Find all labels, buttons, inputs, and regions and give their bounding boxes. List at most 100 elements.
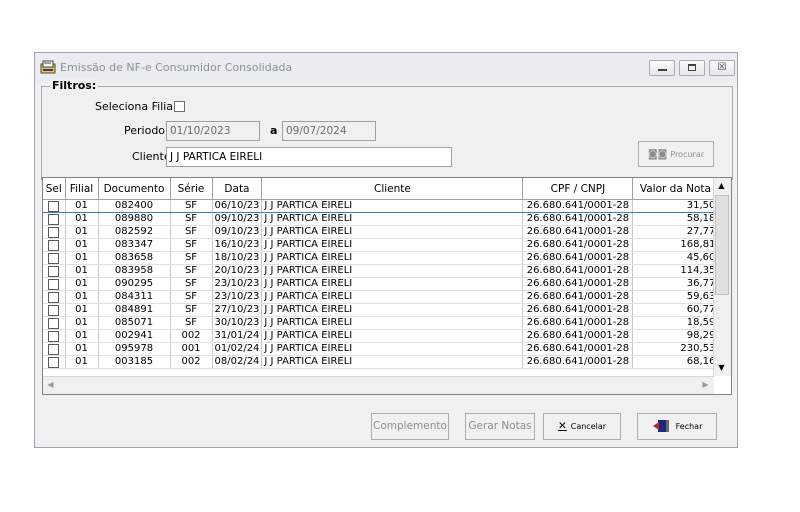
table-cell: 59,63 <box>632 290 719 304</box>
row-checkbox[interactable] <box>48 330 60 342</box>
row-checkbox[interactable] <box>48 356 60 368</box>
table-cell: J J PARTICA EIRELI <box>261 199 524 213</box>
vertical-scroll-thumb[interactable] <box>715 195 729 295</box>
table-cell: SF <box>170 277 213 291</box>
table-cell: 001 <box>170 342 213 356</box>
row-checkbox[interactable] <box>48 226 60 238</box>
table-cell: 26.680.641/0001-28 <box>522 355 634 369</box>
table-cell: 002941 <box>98 329 171 343</box>
notes-table: Sel Filial Documento Série Data Cliente CPF / … <box>43 178 719 369</box>
window-title: Emissão de NF-e Consumidor Consolidada <box>60 61 293 74</box>
row-checkbox[interactable] <box>48 304 60 316</box>
table-row[interactable]: 01 090295 SF 23/10/23 J J PARTICA EIRELI 26.6… <box>43 277 719 291</box>
table-row[interactable]: 01 095978 001 01/02/24 J J PARTICA EIRELI 26.… <box>43 342 719 356</box>
row-checkbox[interactable] <box>48 239 60 251</box>
table-row[interactable]: 01 084891 SF 27/10/23 J J PARTICA EIRELI 26.6… <box>43 303 719 317</box>
table-cell: J J PARTICA EIRELI <box>261 316 524 330</box>
column-header[interactable]: Série <box>170 178 213 200</box>
column-header[interactable]: Sel <box>43 178 66 200</box>
filters-group: Filtros: Seleciona Filial: Periodo: 01/1… <box>41 79 733 180</box>
column-header[interactable]: Documento <box>98 178 171 200</box>
cancelar-label: Cancelar <box>570 422 607 431</box>
table-cell: 090295 <box>98 277 171 291</box>
table-cell: 084311 <box>98 290 171 304</box>
gerar-notas-button[interactable]: Gerar Notas <box>465 413 535 440</box>
table-cell: 23/10/23 <box>212 290 263 304</box>
vertical-scrollbar[interactable]: ▲ ▼ <box>713 178 731 376</box>
table-cell: J J PARTICA EIRELI <box>261 264 524 278</box>
table-cell: 01 <box>65 212 99 226</box>
table-cell: 01 <box>65 199 99 213</box>
column-header[interactable]: Valor da Nota <box>632 178 719 200</box>
table-cell: 26.680.641/0001-28 <box>522 225 634 239</box>
table-row[interactable]: 01 083658 SF 18/10/23 J J PARTICA EIRELI 26.6… <box>43 251 719 265</box>
row-checkbox[interactable] <box>48 265 60 277</box>
table-row[interactable]: 01 089880 SF 09/10/23 J J PARTICA EIRELI 26.6… <box>43 212 719 226</box>
minimize-icon <box>658 69 667 71</box>
table-cell: 16/10/23 <box>212 238 263 252</box>
table-row[interactable]: 01 082400 SF 06/10/23 J J PARTICA EIRELI 26.6… <box>43 199 719 213</box>
table-row[interactable]: 01 082592 SF 09/10/23 J J PARTICA EIRELI 26.6… <box>43 225 719 239</box>
scroll-right-icon[interactable]: ▶ <box>698 377 713 392</box>
maximize-button[interactable] <box>679 60 705 76</box>
table-cell: 083658 <box>98 251 171 265</box>
horizontal-scrollbar[interactable]: ◀ ▶ <box>43 376 714 394</box>
table-cell: 114,35 <box>632 264 719 278</box>
scroll-left-icon[interactable]: ◀ <box>43 377 58 392</box>
procurar-button[interactable]: ◙◙ Procurar <box>638 141 714 167</box>
fechar-button[interactable]: Fechar <box>637 413 717 440</box>
row-checkbox[interactable] <box>48 278 60 290</box>
column-header[interactable]: Data <box>212 178 263 200</box>
row-checkbox[interactable] <box>48 291 60 303</box>
table-cell: 18,59 <box>632 316 719 330</box>
row-checkbox[interactable] <box>48 200 60 212</box>
main-window: Emissão de NF-e Consumidor Consolidada ☒… <box>34 52 738 448</box>
table-row[interactable]: 01 084311 SF 23/10/23 J J PARTICA EIRELI 26.6… <box>43 290 719 304</box>
table-cell: SF <box>170 238 213 252</box>
table-row[interactable]: 01 083347 SF 16/10/23 J J PARTICA EIRELI 26.6… <box>43 238 719 252</box>
row-checkbox[interactable] <box>48 252 60 264</box>
table-cell: 26.680.641/0001-28 <box>522 264 634 278</box>
notes-grid[interactable]: Sel Filial Documento Série Data Cliente CPF / … <box>42 177 732 395</box>
table-row[interactable]: 01 002941 002 31/01/24 J J PARTICA EIRELI 26.… <box>43 329 719 343</box>
table-cell: 002 <box>170 355 213 369</box>
table-cell: 26.680.641/0001-28 <box>522 238 634 252</box>
table-cell: SF <box>170 303 213 317</box>
row-checkbox[interactable] <box>48 343 60 355</box>
table-cell: 003185 <box>98 355 171 369</box>
table-cell: 01 <box>65 238 99 252</box>
table-cell: J J PARTICA EIRELI <box>261 251 524 265</box>
column-header[interactable]: Cliente <box>261 178 524 200</box>
scroll-down-icon[interactable]: ▼ <box>714 360 729 375</box>
complemento-button[interactable]: Complemento <box>371 413 449 440</box>
table-cell: 26.680.641/0001-28 <box>522 342 634 356</box>
table-cell: 26.680.641/0001-28 <box>522 290 634 304</box>
filters-legend: Filtros: <box>50 79 99 92</box>
title-bar[interactable]: Emissão de NF-e Consumidor Consolidada ☒ <box>35 53 737 83</box>
table-cell: 01 <box>65 225 99 239</box>
table-row[interactable]: 01 085071 SF 30/10/23 J J PARTICA EIRELI 26.6… <box>43 316 719 330</box>
table-cell: J J PARTICA EIRELI <box>261 303 524 317</box>
app-icon <box>40 60 56 74</box>
table-row[interactable]: 01 083958 SF 20/10/23 J J PARTICA EIRELI 26.6… <box>43 264 719 278</box>
periodo-from-field[interactable]: 01/10/2023 <box>166 121 260 141</box>
table-cell: 089880 <box>98 212 171 226</box>
column-header[interactable]: Filial <box>65 178 99 200</box>
periodo-to-field[interactable]: 09/07/2024 <box>282 121 376 141</box>
table-cell: 09/10/23 <box>212 212 263 226</box>
cancelar-button[interactable]: ✕ Cancelar <box>543 413 621 440</box>
complemento-label: Complemento <box>373 420 447 432</box>
row-checkbox[interactable] <box>48 317 60 329</box>
row-select-cell <box>43 212 66 226</box>
row-select-cell <box>43 264 66 278</box>
table-cell: 083347 <box>98 238 171 252</box>
row-checkbox[interactable] <box>48 213 60 225</box>
filial-checkbox[interactable] <box>174 101 185 112</box>
minimize-button[interactable] <box>649 60 675 76</box>
scroll-up-icon[interactable]: ▲ <box>714 178 729 193</box>
cliente-field[interactable]: J J PARTICA EIRELI <box>166 147 452 167</box>
table-cell: 31,50 <box>632 199 719 213</box>
column-header[interactable]: CPF / CNPJ <box>522 178 634 200</box>
close-button[interactable]: ☒ <box>709 60 735 76</box>
table-row[interactable]: 01 003185 002 08/02/24 J J PARTICA EIRELI 26.… <box>43 355 719 369</box>
